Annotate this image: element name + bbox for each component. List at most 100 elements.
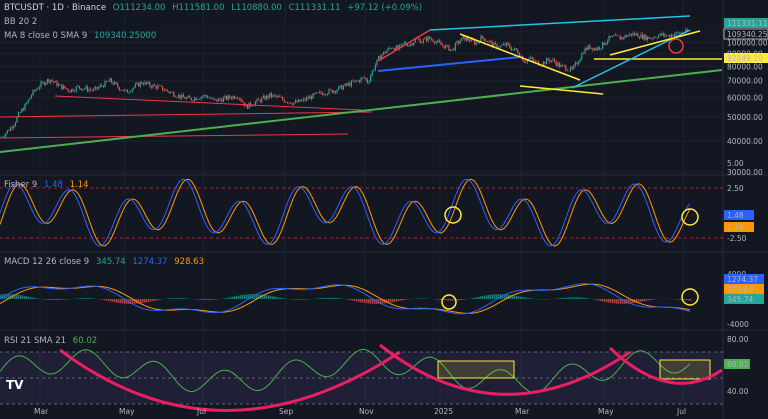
candle-body [197, 99, 199, 100]
candle-body [272, 94, 274, 97]
candle-body [483, 37, 485, 41]
chart-canvas[interactable]: 30000.00 40000.00 50000.00 60000.00 70000.00… [0, 0, 768, 419]
macd-histogram-bar [22, 295, 24, 299]
macd-histogram-bar [234, 296, 236, 299]
macd-histogram-bar [350, 299, 352, 301]
candle-body [458, 41, 460, 44]
rsi-value: 60.02 [72, 336, 98, 346]
candle-body [32, 90, 34, 96]
candle-body [589, 45, 591, 49]
ohlc-close: C111331.11 [288, 3, 341, 13]
candle-body [280, 96, 282, 98]
candle-body [179, 94, 181, 99]
price-tick-label: 50000.00 [727, 113, 763, 122]
tradingview-logo[interactable]: TV [6, 378, 24, 392]
macd-histogram-bar [524, 297, 526, 299]
candle-body [296, 100, 298, 103]
candle-body [677, 32, 679, 33]
candle-body [341, 85, 343, 90]
macd-histogram-bar [146, 299, 148, 303]
ma-legend[interactable]: MA 8 close 0 SMA 9 109340.25000 [4, 31, 160, 41]
candle-body [510, 47, 512, 51]
macd-histogram-bar [480, 296, 482, 299]
candle-body [629, 33, 631, 36]
macd-histogram-bar [266, 295, 268, 299]
candle-body [606, 40, 608, 44]
macd-histogram-bar [78, 298, 80, 299]
macd-histogram-bar [204, 299, 206, 301]
macd-histogram-bar [212, 299, 214, 300]
macd-histogram-bar [438, 299, 440, 300]
candle-body [232, 96, 234, 99]
candle-body [216, 99, 218, 102]
symbol-title[interactable]: BTCUSDT · 1D · Binance [4, 3, 106, 13]
macd-histogram-bar [64, 299, 66, 300]
macd-histogram-bar [486, 295, 488, 299]
macd-histogram-bar [44, 299, 46, 300]
macd-histogram-bar [600, 299, 602, 301]
candle-body [282, 97, 284, 100]
candle-body [394, 48, 396, 51]
candle-body [654, 37, 656, 38]
candle-body [256, 99, 258, 102]
candle-body [288, 102, 290, 104]
candle-body [173, 92, 175, 97]
candle-body [122, 90, 124, 91]
price-tick-label: 100000.00 [727, 38, 768, 47]
macd-histogram-bar [112, 299, 114, 302]
macd-histogram-bar [368, 299, 370, 304]
candle-body [627, 35, 629, 37]
candle-body [528, 58, 530, 60]
candle-body [402, 43, 404, 45]
macd-histogram-bar [182, 298, 184, 299]
candle-body [150, 86, 152, 88]
candle-body [600, 48, 602, 50]
candle-body [574, 62, 576, 66]
candle-body [106, 81, 108, 82]
candle-body [59, 84, 61, 85]
candle-body [598, 47, 600, 50]
candle-body [54, 81, 56, 83]
candle-body [514, 48, 516, 50]
bb-legend[interactable]: BB 20 2 [4, 17, 41, 27]
candle-body [595, 48, 597, 51]
time-tick-label: Sep [279, 407, 293, 416]
symbol-header: BTCUSDT · 1D · Binance O111234.00 H11158… [4, 3, 426, 13]
macd-histogram-bar [54, 299, 56, 301]
candle-body [645, 34, 647, 41]
candle-body [166, 89, 168, 92]
candle-body [426, 37, 428, 41]
macd-histogram-bar [154, 299, 156, 301]
candle-body [650, 38, 652, 40]
macd-histogram-bar [272, 296, 274, 299]
macd-histogram-bar [580, 297, 582, 299]
macd-histogram-bar [108, 299, 110, 302]
macd-histogram-bar [296, 299, 298, 300]
price-tick-label: 60000.00 [727, 93, 763, 102]
candle-body [13, 125, 15, 129]
rsi-pane[interactable] [0, 343, 723, 412]
macd-histogram-bar [352, 299, 354, 301]
candle-body [624, 35, 626, 39]
macd-histogram-bar [604, 299, 606, 302]
rsi-legend[interactable]: RSI 21 SMA 21 60.02 [4, 336, 101, 346]
macd-legend[interactable]: MACD 12 26 close 9 345.74 1274.37 928.63 [4, 257, 208, 267]
candle-body [171, 91, 173, 93]
candle-body [437, 40, 439, 42]
candle-body [290, 102, 292, 104]
candle-body [155, 85, 157, 89]
candle-body [566, 70, 568, 71]
candle-body [475, 42, 477, 45]
candle-body [667, 35, 669, 36]
macd-histogram-bar [492, 294, 494, 299]
macd-hist-value: 928.63 [174, 257, 204, 267]
candle-body [582, 53, 584, 54]
macd-histogram-bar [646, 299, 648, 301]
fisher-legend[interactable]: Fisher 9 1.48 1.14 [4, 180, 93, 190]
candle-body [19, 112, 21, 113]
candle-body [99, 85, 101, 88]
candle-body [45, 82, 47, 85]
macd-histogram-bar [176, 298, 178, 299]
candle-body [118, 87, 120, 91]
candle-body [603, 42, 605, 45]
